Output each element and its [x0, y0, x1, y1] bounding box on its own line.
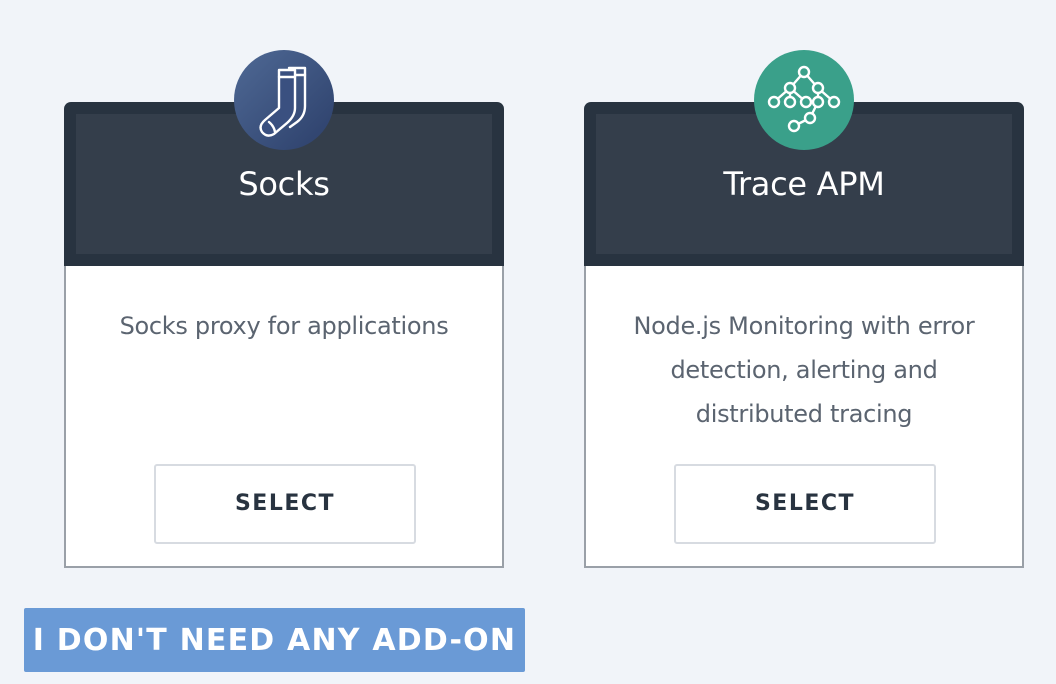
skip-addons-button[interactable]: I DON'T NEED ANY ADD-ON	[24, 608, 525, 672]
socks-icon	[234, 50, 334, 150]
card-body: Node.js Monitoring with error detection,…	[584, 266, 1024, 568]
card-description: Node.js Monitoring with error detection,…	[633, 312, 975, 428]
card-title: Trace APM	[723, 165, 885, 203]
network-tree-icon	[754, 50, 854, 150]
addon-card-trace-apm: Trace APM Node.js Monitoring with error …	[584, 102, 1024, 568]
select-trace-apm-button[interactable]: SELECT	[674, 464, 936, 544]
card-description: Socks proxy for applications	[119, 312, 449, 340]
select-socks-button[interactable]: SELECT	[154, 464, 416, 544]
addon-card-socks: Socks Socks proxy for applications SELEC…	[64, 102, 504, 568]
card-body: Socks proxy for applications SELECT	[64, 266, 504, 568]
card-title: Socks	[238, 165, 330, 203]
